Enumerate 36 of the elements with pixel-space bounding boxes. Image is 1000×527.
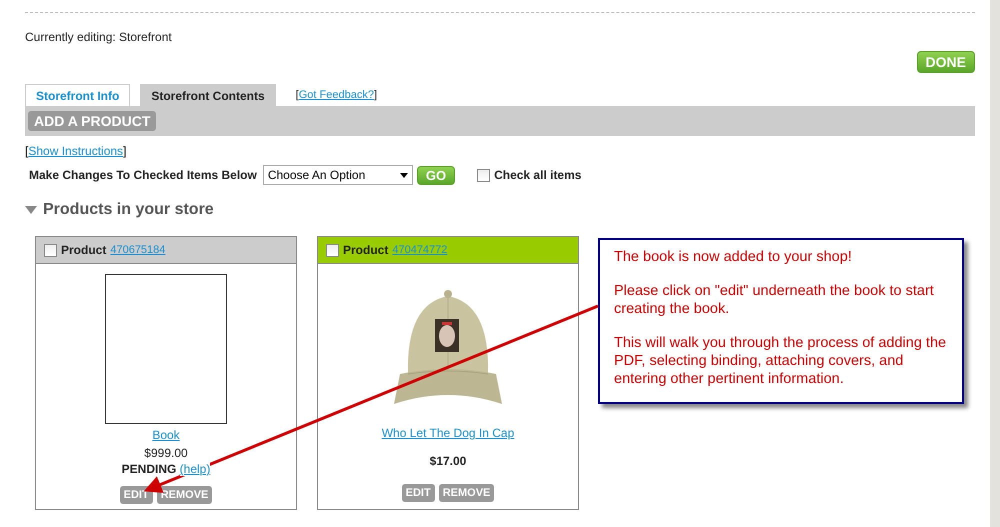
product-id-link[interactable]: 470474772	[392, 244, 448, 256]
remove-button[interactable]: REMOVE	[156, 486, 212, 504]
collapse-triangle-icon[interactable]	[25, 206, 37, 214]
check-all-label: Check all items	[494, 168, 582, 182]
product-name-link[interactable]: Who Let The Dog In Cap	[382, 426, 514, 440]
callout-text: The book is now added to your shop!	[614, 248, 853, 266]
instructions-line: [Show Instructions]	[25, 144, 126, 158]
callout-text: Please click on "edit" underneath the book to start creating the book.	[614, 282, 935, 318]
caret-icon	[400, 172, 408, 178]
product-name-link[interactable]: Book	[152, 428, 180, 442]
done-button[interactable]: DONE	[916, 51, 975, 73]
go-button[interactable]: GO	[416, 166, 456, 184]
editing-label: Currently editing: Storefront	[25, 30, 172, 44]
product-id-link[interactable]: 470675184	[110, 244, 166, 256]
bulk-actions-label: Make Changes To Checked Items Below	[29, 168, 257, 182]
tab[interactable]: Storefront Contents	[140, 84, 276, 106]
feedback-link-line: [Got Feedback?]	[296, 89, 377, 101]
product-status: PENDING (help)	[122, 462, 210, 476]
product-label: Product	[61, 243, 106, 257]
section-title: Products in your store	[43, 201, 214, 219]
checkbox[interactable]	[326, 244, 339, 256]
product-label: Product	[343, 243, 388, 257]
add-product-button[interactable]: ADD A PRODUCT	[28, 111, 156, 131]
check-all-checkbox[interactable]	[477, 168, 490, 182]
edit-button[interactable]: EDIT	[402, 484, 435, 502]
help-link[interactable]: (help)	[180, 462, 210, 476]
feedback-link[interactable]: Got Feedback?	[298, 89, 374, 101]
callout-text: This will walk you through the process of adding the PDF, selecting binding, attaching covers, and entering other pertinent information.	[614, 334, 948, 388]
tab[interactable]: Storefront Info	[25, 84, 130, 106]
instructions-link[interactable]: Show Instructions	[28, 144, 124, 158]
option-select[interactable]: Choose An Option	[262, 165, 413, 185]
edit-button[interactable]: EDIT	[120, 486, 153, 504]
product-price: $999.00	[144, 446, 188, 460]
remove-button[interactable]: REMOVE	[438, 484, 494, 502]
product-price: $17.00	[430, 454, 466, 468]
checkbox[interactable]	[44, 244, 57, 256]
